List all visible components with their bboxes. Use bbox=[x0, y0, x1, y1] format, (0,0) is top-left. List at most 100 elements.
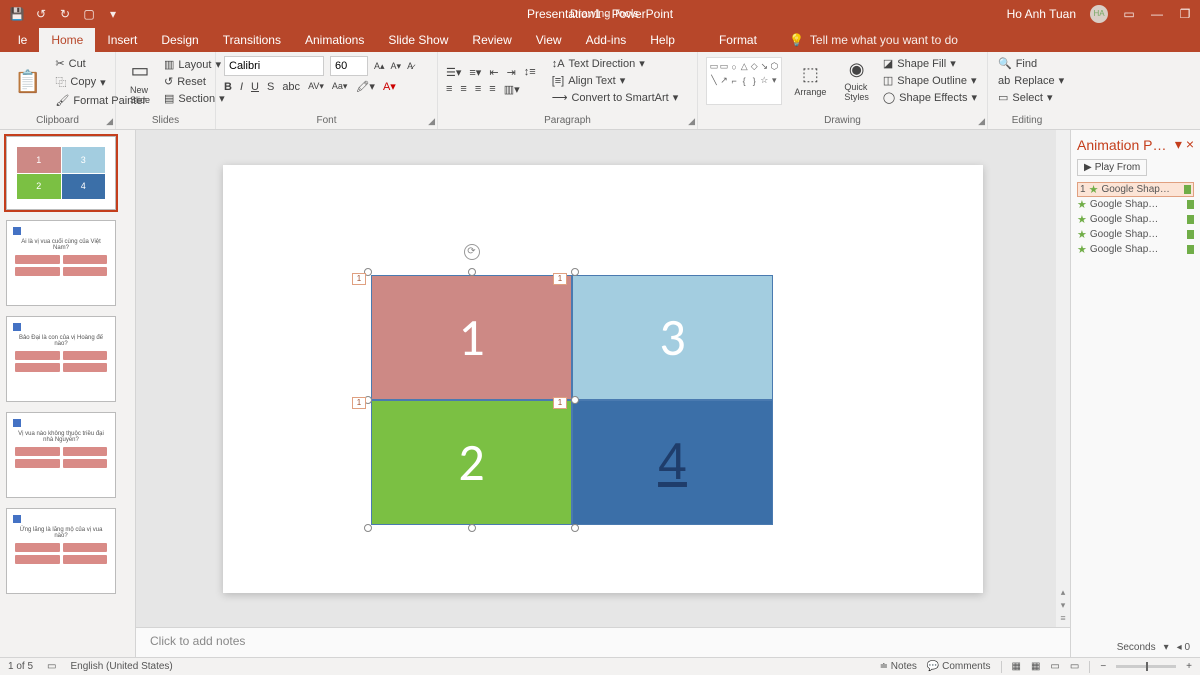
spellcheck-icon[interactable]: ▭ bbox=[47, 661, 56, 672]
qat-dropdown-icon[interactable]: ▾ bbox=[106, 7, 120, 21]
bold-button[interactable]: B bbox=[224, 81, 232, 93]
strike-button[interactable]: abc bbox=[282, 81, 300, 93]
handle[interactable] bbox=[364, 524, 372, 532]
cell-4[interactable]: 4 bbox=[572, 400, 773, 525]
shrink-font-icon[interactable]: A▾ bbox=[391, 61, 402, 72]
new-slide-button[interactable]: ▭New Slide bbox=[124, 56, 156, 107]
columns-button[interactable]: ▥▾ bbox=[504, 83, 520, 96]
minimize-icon[interactable]: — bbox=[1150, 7, 1164, 21]
sorter-view-icon[interactable]: ▦ bbox=[1031, 661, 1040, 672]
tab-addins[interactable]: Add-ins bbox=[574, 28, 639, 52]
anim-tag[interactable]: 1 bbox=[352, 397, 366, 409]
replace-button[interactable]: ab Replace ▾ bbox=[996, 73, 1058, 88]
align-center-button[interactable]: ≡ bbox=[460, 83, 466, 95]
language[interactable]: English (United States) bbox=[70, 661, 172, 672]
font-select[interactable] bbox=[224, 56, 324, 76]
italic-button[interactable]: I bbox=[240, 81, 243, 93]
close-icon[interactable]: ▾ × bbox=[1175, 136, 1194, 153]
line-spacing-button[interactable]: ↕≡ bbox=[524, 66, 536, 78]
anim-item-4[interactable]: ★Google Shap… bbox=[1077, 227, 1194, 242]
paste-button[interactable]: 📋 bbox=[8, 67, 47, 97]
vertical-scrollbar[interactable]: ▴▾≡ bbox=[1056, 130, 1070, 627]
align-text-button[interactable]: [≡] Align Text ▾ bbox=[550, 73, 681, 88]
highlight-button[interactable]: 🖍▾ bbox=[355, 80, 375, 93]
anim-item-2[interactable]: ★Google Shap… bbox=[1077, 197, 1194, 212]
paragraph-dialog-icon[interactable]: ◢ bbox=[688, 116, 695, 127]
normal-view-icon[interactable]: ▦ bbox=[1012, 661, 1021, 672]
select-button[interactable]: ▭ Select ▾ bbox=[996, 90, 1058, 105]
shapes-gallery[interactable]: ▭▭○△◇↘⬡ ╲↗⌐{}☆▾ bbox=[706, 57, 782, 105]
thumbnail-3[interactable]: Bảo Đại là con của vị Hoàng đế nào? bbox=[6, 316, 116, 402]
find-button[interactable]: 🔍 Find bbox=[996, 56, 1058, 71]
zoom-slider[interactable] bbox=[1116, 665, 1176, 668]
redo-icon[interactable]: ↻ bbox=[58, 7, 72, 21]
ribbon-options-icon[interactable]: ▭ bbox=[1122, 7, 1136, 21]
tab-file[interactable]: le bbox=[6, 28, 39, 52]
anim-item-5[interactable]: ★Google Shap… bbox=[1077, 242, 1194, 257]
thumbnail-2[interactable]: Ai là vị vua cuối cùng của Việt Nam? bbox=[6, 220, 116, 306]
shadow-button[interactable]: S bbox=[267, 81, 274, 93]
zoom-out-icon[interactable]: − bbox=[1100, 661, 1106, 672]
play-from-button[interactable]: ▶ Play From bbox=[1077, 159, 1147, 176]
thumbnail-4[interactable]: Vị vua nào không thuộc triều đại nhà Ngu… bbox=[6, 412, 116, 498]
clear-format-icon[interactable]: A̷ bbox=[407, 61, 413, 71]
tab-view[interactable]: View bbox=[524, 28, 574, 52]
anim-item-1[interactable]: 1★Google Shap… bbox=[1077, 182, 1194, 197]
thumbnail-1[interactable]: 1 3 2 4 bbox=[6, 136, 116, 210]
shape-outline-button[interactable]: ◫ Shape Outline ▾ bbox=[881, 73, 979, 88]
tab-slideshow[interactable]: Slide Show bbox=[376, 28, 460, 52]
cell-3[interactable]: 3 bbox=[572, 275, 773, 400]
notes-pane[interactable]: Click to add notes bbox=[136, 627, 1070, 657]
case-button[interactable]: Aa▾ bbox=[332, 81, 348, 92]
tab-review[interactable]: Review bbox=[460, 28, 523, 52]
notes-toggle[interactable]: ≐ Notes bbox=[880, 661, 917, 672]
clipboard-dialog-icon[interactable]: ◢ bbox=[106, 116, 113, 127]
align-right-button[interactable]: ≡ bbox=[475, 83, 481, 95]
start-icon[interactable]: ▢ bbox=[82, 7, 96, 21]
slideshow-view-icon[interactable]: ▭ bbox=[1070, 661, 1079, 672]
grow-font-icon[interactable]: A▴ bbox=[374, 61, 385, 72]
text-direction-button[interactable]: ↕A Text Direction ▾ bbox=[550, 56, 681, 71]
spacing-button[interactable]: AV▾ bbox=[308, 81, 324, 92]
font-size[interactable] bbox=[330, 56, 368, 76]
numbering-button[interactable]: ≡▾ bbox=[469, 66, 481, 79]
justify-button[interactable]: ≡ bbox=[489, 83, 495, 95]
bullets-button[interactable]: ☰▾ bbox=[446, 66, 461, 79]
reorder-up-icon[interactable]: ◂ 0 bbox=[1177, 642, 1190, 653]
tab-home[interactable]: Home bbox=[39, 28, 95, 52]
indent-dec-button[interactable]: ⇤ bbox=[489, 66, 498, 79]
slide-canvas[interactable]: 1 3 2 4 ⟳ 1 1 1 bbox=[136, 130, 1070, 627]
tab-animations[interactable]: Animations bbox=[293, 28, 376, 52]
underline-button[interactable]: U bbox=[251, 81, 259, 93]
tab-help[interactable]: Help bbox=[638, 28, 687, 52]
anim-tag[interactable]: 1 bbox=[553, 273, 567, 285]
comments-toggle[interactable]: 💬 Comments bbox=[927, 661, 991, 672]
rotate-handle[interactable]: ⟳ bbox=[464, 244, 480, 260]
anim-tag[interactable]: 1 bbox=[352, 273, 366, 285]
cell-1[interactable]: 1 bbox=[371, 275, 572, 400]
restore-icon[interactable]: ❐ bbox=[1178, 7, 1192, 21]
drawing-dialog-icon[interactable]: ◢ bbox=[978, 116, 985, 127]
font-dialog-icon[interactable]: ◢ bbox=[428, 116, 435, 127]
handle[interactable] bbox=[571, 524, 579, 532]
reading-view-icon[interactable]: ▭ bbox=[1050, 661, 1059, 672]
tell-me[interactable]: 💡 Tell me what you want to do bbox=[789, 33, 958, 47]
tab-insert[interactable]: Insert bbox=[95, 28, 149, 52]
shape-effects-button[interactable]: ◯ Shape Effects ▾ bbox=[881, 90, 979, 105]
indent-inc-button[interactable]: ⇥ bbox=[507, 66, 516, 79]
handle[interactable] bbox=[468, 524, 476, 532]
shape-fill-button[interactable]: ◪ Shape Fill ▾ bbox=[881, 56, 979, 71]
smartart-button[interactable]: ⟶ Convert to SmartArt ▾ bbox=[550, 90, 681, 105]
quick-styles-button[interactable]: ◉Quick Styles bbox=[838, 57, 875, 104]
anim-tag[interactable]: 1 bbox=[553, 397, 567, 409]
tab-design[interactable]: Design bbox=[149, 28, 210, 52]
zoom-in-icon[interactable]: + bbox=[1186, 661, 1192, 672]
undo-icon[interactable]: ↺ bbox=[34, 7, 48, 21]
tab-transitions[interactable]: Transitions bbox=[211, 28, 293, 52]
save-icon[interactable]: 💾 bbox=[10, 7, 24, 21]
cell-2[interactable]: 2 bbox=[371, 400, 572, 525]
arrange-button[interactable]: ⬚Arrange bbox=[788, 62, 832, 99]
tab-format[interactable]: Format bbox=[707, 28, 769, 52]
thumbnail-5[interactable]: Ứng lăng là lăng mộ của vị vua nào? bbox=[6, 508, 116, 594]
font-color-button[interactable]: A▾ bbox=[383, 80, 396, 93]
